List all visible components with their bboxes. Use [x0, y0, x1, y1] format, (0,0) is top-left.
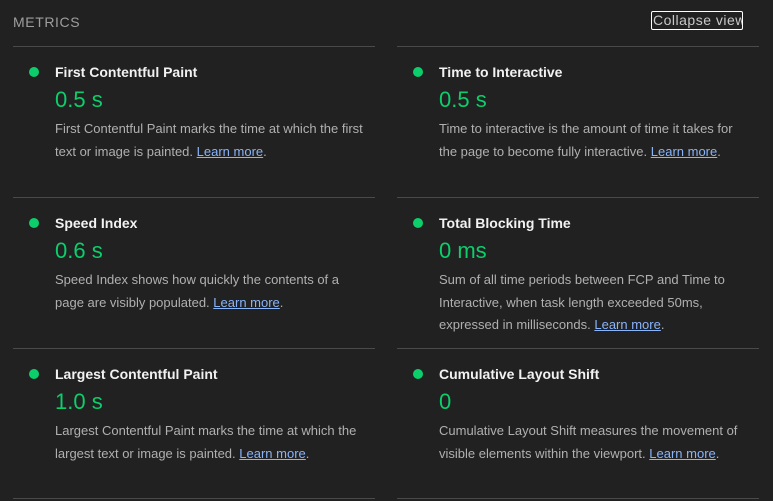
metric-time-to-interactive: Time to Interactive 0.5 s Time to intera… — [397, 46, 759, 197]
metric-value: 0 ms — [439, 238, 487, 263]
metric-description: First Contentful Paint marks the time at… — [55, 121, 363, 159]
pass-indicator-icon — [413, 218, 423, 228]
learn-more-link[interactable]: Learn more — [213, 295, 279, 310]
metric-description: Speed Index shows how quickly the conten… — [55, 272, 340, 310]
learn-more-link[interactable]: Learn more — [239, 446, 305, 461]
metric-description: Cumulative Layout Shift measures the mov… — [439, 423, 738, 461]
metric-largest-contentful-paint: Largest Contentful Paint 1.0 s Largest C… — [13, 348, 375, 499]
metric-value: 0.6 s — [55, 238, 103, 263]
metric-title: First Contentful Paint — [55, 64, 198, 80]
pass-indicator-icon — [29, 369, 39, 379]
metric-description: Sum of all time periods between FCP and … — [439, 272, 725, 332]
metric-description: Largest Contentful Paint marks the time … — [55, 423, 357, 461]
pass-indicator-icon — [29, 218, 39, 228]
pass-indicator-icon — [29, 67, 39, 77]
metric-first-contentful-paint: First Contentful Paint 0.5 s First Conte… — [13, 46, 375, 197]
pass-indicator-icon — [413, 67, 423, 77]
learn-more-link[interactable]: Learn more — [651, 144, 717, 159]
metric-value: 1.0 s — [55, 389, 103, 414]
learn-more-link[interactable]: Learn more — [649, 446, 715, 461]
metrics-heading: Metrics — [13, 14, 81, 30]
metric-cumulative-layout-shift: Cumulative Layout Shift 0 Cumulative Lay… — [397, 348, 759, 499]
learn-more-link[interactable]: Learn more — [197, 144, 263, 159]
metric-title: Largest Contentful Paint — [55, 366, 218, 382]
metric-speed-index: Speed Index 0.6 s Speed Index shows how … — [13, 197, 375, 348]
collapse-view-button[interactable]: Collapse view — [651, 11, 743, 30]
metric-value: 0 — [439, 389, 452, 414]
metric-title: Speed Index — [55, 215, 138, 231]
metric-title: Total Blocking Time — [439, 215, 571, 231]
pass-indicator-icon — [413, 369, 423, 379]
metric-description: Time to interactive is the amount of tim… — [439, 121, 733, 159]
metric-value: 0.5 s — [55, 87, 103, 112]
metric-value: 0.5 s — [439, 87, 487, 112]
learn-more-link[interactable]: Learn more — [594, 317, 660, 332]
metric-total-blocking-time: Total Blocking Time 0 ms Sum of all time… — [397, 197, 759, 348]
metric-title: Cumulative Layout Shift — [439, 366, 600, 382]
metrics-header: Metrics Collapse view — [13, 0, 746, 46]
metric-title: Time to Interactive — [439, 64, 563, 80]
